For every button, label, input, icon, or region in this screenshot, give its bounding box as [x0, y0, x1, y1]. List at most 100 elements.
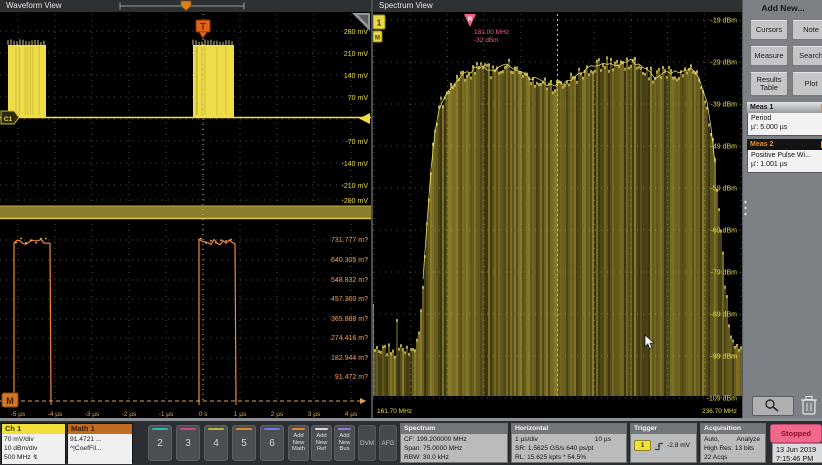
meas2-header[interactable]: Meas 2	[747, 139, 822, 150]
meas1-badge[interactable]: Meas 1 Period µ': 5.000 µs	[747, 102, 822, 136]
add-search-button[interactable]: Search	[792, 46, 822, 66]
results-table-button[interactable]: Results Table	[750, 72, 788, 96]
math1-badge[interactable]: Math 1 91.4721 ... ^|CoefFil...	[67, 423, 133, 463]
horizontal-window: 10 µs	[595, 435, 623, 444]
svg-text:C1: C1	[4, 116, 13, 123]
spectrum-trace	[373, 56, 741, 396]
meas2-badge[interactable]: Meas 2 Positive Pulse Wi... µ': 1.001 µs	[747, 139, 822, 173]
math1-expression: ^|CoefFil...	[70, 444, 130, 453]
svg-text:T: T	[200, 22, 206, 32]
waveform-plot[interactable]: TC1M280 mV210 mV140 mV70 mV-70 mV-140 mV…	[0, 12, 371, 420]
svg-text:-32 dBm: -32 dBm	[474, 37, 499, 44]
add-cursors-button[interactable]: Cursors	[750, 20, 788, 40]
svg-text:548.832 m?: 548.832 m?	[331, 277, 368, 284]
trigger-badge[interactable]: Trigger 1 -2.8 mV	[630, 423, 697, 463]
trigger-badge-title: Trigger	[631, 424, 696, 434]
horizontal-sample-rate: SR: 1.5625 GS/s 640 ps/pt	[515, 444, 623, 453]
channel-3-button[interactable]: 3	[176, 425, 200, 461]
spectrum-rbw: RBW: 30.0 kHz	[404, 453, 504, 462]
results-bar: Add New... Cursors Note Measure Search R…	[742, 0, 822, 420]
spectrum-badge-title: Spectrum	[401, 424, 507, 434]
svg-text:1: 1	[377, 19, 382, 28]
acquisition-count: 22 Acqs	[704, 453, 762, 462]
svg-text:-4 µs: -4 µs	[48, 411, 63, 418]
math1-scale: 91.4721 ...	[70, 435, 130, 444]
svg-text:-29 dBm: -29 dBm	[711, 60, 738, 67]
meas1-type: Period	[751, 115, 821, 124]
svg-text:R: R	[468, 17, 473, 23]
spectrum-view-panel: Spectrum View -49 dBm-59 dBm-69 dBm-79 d…	[373, 0, 742, 420]
meas2-type: Positive Pulse Wi...	[751, 152, 821, 161]
horizontal-record-length: RL: 15.625 kpts * 54.5%	[515, 453, 623, 462]
zoom-minimap[interactable]	[116, 0, 256, 12]
add-plot-button[interactable]: Plot	[792, 72, 822, 96]
ch1-badge-header[interactable]: Ch 1	[2, 424, 65, 434]
svg-text:-3 µs: -3 µs	[85, 411, 100, 418]
meas2-name: Meas 2	[750, 141, 773, 148]
svg-text:-280 mV: -280 mV	[342, 198, 369, 205]
acquisition-analyze: Analyze	[737, 435, 762, 444]
reference-marker: R181.00 MHz-32 dBm	[464, 14, 509, 44]
svg-text:0 s: 0 s	[199, 411, 208, 418]
rising-edge-icon	[654, 441, 664, 451]
svg-text:M: M	[6, 396, 14, 406]
add-new-bus-button[interactable]: Add New Bus	[334, 425, 355, 461]
panel-splitter-handle[interactable]	[743, 199, 748, 217]
waveform-view-titlebar[interactable]: Waveform View	[0, 0, 371, 12]
run-stop-button[interactable]: Stopped	[770, 424, 822, 443]
channel-4-button[interactable]: 4	[204, 425, 228, 461]
results-zoom-button[interactable]	[752, 396, 794, 416]
oscilloscope-screen: Waveform View TC1M280 mV210 mV140 mV70 m…	[0, 0, 822, 465]
dvm-button[interactable]: DVM	[358, 425, 376, 461]
waveform-view-panel: Waveform View TC1M280 mV210 mV140 mV70 m…	[0, 0, 371, 420]
channel-2-button[interactable]: 2	[148, 425, 172, 461]
svg-text:140 mV: 140 mV	[344, 73, 368, 80]
svg-text:-39 dBm: -39 dBm	[711, 102, 738, 109]
ch1-badge[interactable]: Ch 1 70 mV/div 10 dBm/div 500 MHz ↯	[1, 423, 66, 463]
math-handle-badge: M	[2, 393, 18, 407]
waveform-view-title: Waveform View	[6, 1, 62, 10]
meas1-header[interactable]: Meas 1	[747, 102, 822, 113]
horizontal-scale: 1 µs/div	[515, 435, 538, 444]
meas2-value: µ': 1.001 µs	[751, 161, 821, 170]
svg-text:-2 µs: -2 µs	[122, 411, 137, 418]
channel-5-button[interactable]: 5	[232, 425, 256, 461]
channel-color-stripe	[152, 428, 168, 430]
svg-text:3 µs: 3 µs	[308, 411, 321, 418]
ch1-scale: 70 mV/div	[4, 435, 63, 444]
math1-badge-header[interactable]: Math 1	[68, 424, 132, 434]
add-new-title: Add New...	[743, 3, 822, 13]
add-note-button[interactable]: Note	[792, 20, 822, 40]
svg-text:M: M	[375, 36, 380, 42]
horizontal-badge[interactable]: Horizontal 1 µs/div 10 µs SR: 1.5625 GS/…	[511, 423, 627, 463]
spectrum-plot[interactable]: -49 dBm-59 dBm-69 dBm-79 dBm-89 dBm-19 d…	[373, 12, 742, 420]
horizontal-badge-title: Horizontal	[512, 424, 626, 434]
svg-text:161.70 MHz: 161.70 MHz	[377, 408, 412, 415]
ch1-bandwidth: 500 MHz ↯	[4, 453, 63, 462]
acquisition-mode: Auto,	[704, 435, 719, 444]
svg-text:181.00 MHz: 181.00 MHz	[474, 29, 509, 36]
add-color-stripe	[338, 428, 351, 430]
acquisition-badge[interactable]: Acquisition Auto, Analyze High Res: 13 b…	[700, 423, 766, 463]
channel-6-button[interactable]: 6	[260, 425, 284, 461]
afg-button[interactable]: AFG	[379, 425, 397, 461]
svg-text:-5 µs: -5 µs	[11, 411, 26, 418]
spectrum-badge[interactable]: Spectrum CF: 199.200000 MHz Span: 75.000…	[400, 423, 508, 463]
add-measure-button[interactable]: Measure	[750, 46, 788, 66]
svg-text:1 µs: 1 µs	[234, 411, 247, 418]
svg-text:-140 mV: -140 mV	[342, 161, 369, 168]
mouse-cursor	[644, 334, 658, 351]
minimap-trigger-marker-icon[interactable]	[181, 1, 191, 11]
spectrum-cf: CF: 199.200000 MHz	[404, 435, 504, 444]
spectrum-view-titlebar[interactable]: Spectrum View	[373, 0, 742, 12]
svg-text:182.944 m?: 182.944 m?	[331, 355, 368, 362]
svg-text:2 µs: 2 µs	[271, 411, 284, 418]
svg-text:-210 mV: -210 mV	[342, 183, 369, 190]
date-text: 13 Jun 2019	[776, 445, 822, 454]
add-new-math-button[interactable]: Add New Math	[288, 425, 309, 461]
trigger-source-badge: 1	[634, 440, 651, 451]
slice-separator-band	[0, 206, 371, 219]
add-new-ref-button[interactable]: Add New Ref	[311, 425, 332, 461]
trash-icon[interactable]	[799, 394, 819, 416]
acquisition-resolution: High Res: 13 bits	[704, 444, 762, 453]
